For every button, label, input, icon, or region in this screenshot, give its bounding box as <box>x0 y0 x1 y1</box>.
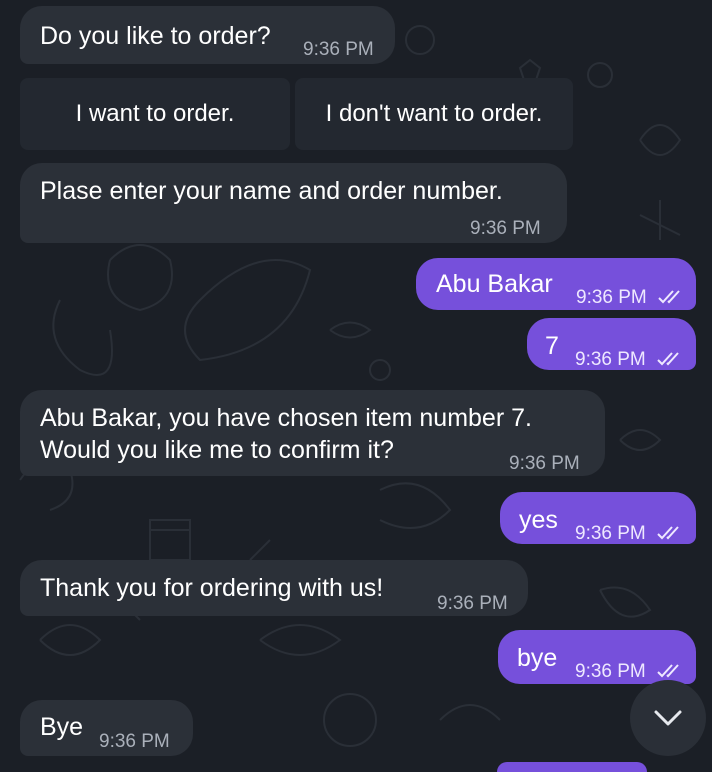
chevron-down-icon <box>654 710 682 726</box>
message-incoming: Abu Bakar, you have chosen item number 7… <box>20 390 605 476</box>
message-text: bye <box>517 644 558 672</box>
no-order-button-label: I don't want to order. <box>325 100 543 127</box>
message-text: 7 <box>545 332 559 360</box>
message-time: 9:36 PM <box>470 218 541 239</box>
message-outgoing: 7 9:36 PM <box>527 318 696 370</box>
message-text-line-1: Abu Bakar, you have chosen item number 7… <box>40 404 532 432</box>
message-text-line-2: Would you like me to confirm it? <box>40 436 394 464</box>
message-time-wrap: 9:36 PM <box>575 344 683 376</box>
message-time: 9:36 PM <box>303 39 374 60</box>
message-incoming: Plase enter your name and order number. … <box>20 163 567 243</box>
double-check-icon <box>658 290 680 304</box>
no-order-button[interactable]: I don't want to order. <box>295 78 573 150</box>
message-outgoing: yes 9:36 PM <box>500 492 696 544</box>
double-check-icon <box>657 664 679 678</box>
message-time: 9:36 PM <box>575 523 646 544</box>
message-text: Bye <box>40 713 84 741</box>
message-time: 9:36 PM <box>575 349 646 370</box>
scroll-down-button[interactable] <box>630 680 706 756</box>
message-text: Plase enter your name and order number. <box>40 177 503 205</box>
message-incoming: Do you like to order? 9:36 PM <box>20 6 395 64</box>
message-text: Do you like to order? <box>40 22 271 50</box>
message-outgoing-partial <box>497 762 647 772</box>
message-time: 9:36 PM <box>575 661 646 682</box>
double-check-icon <box>657 352 679 366</box>
message-time-wrap: 9:36 PM <box>575 518 683 550</box>
double-check-icon <box>657 526 679 540</box>
message-time: 9:36 PM <box>437 593 508 614</box>
order-button-label: I want to order. <box>75 100 235 127</box>
message-time-wrap: 9:36 PM <box>576 282 684 314</box>
message-incoming: Thank you for ordering with us! 9:36 PM <box>20 560 528 616</box>
chat-screen: { "messages": [ {"text": "Do you like to… <box>0 0 712 772</box>
message-time: 9:36 PM <box>576 287 647 308</box>
order-button[interactable]: I want to order. <box>20 78 290 150</box>
message-text: yes <box>519 506 558 534</box>
message-text: Thank you for ordering with us! <box>40 574 384 602</box>
message-time: 9:36 PM <box>509 453 580 474</box>
message-incoming: Bye 9:36 PM <box>20 700 193 756</box>
message-outgoing: bye 9:36 PM <box>498 630 696 684</box>
message-outgoing: Abu Bakar 9:36 PM <box>416 258 696 310</box>
message-text: Abu Bakar <box>436 270 553 298</box>
message-time: 9:36 PM <box>99 731 170 752</box>
